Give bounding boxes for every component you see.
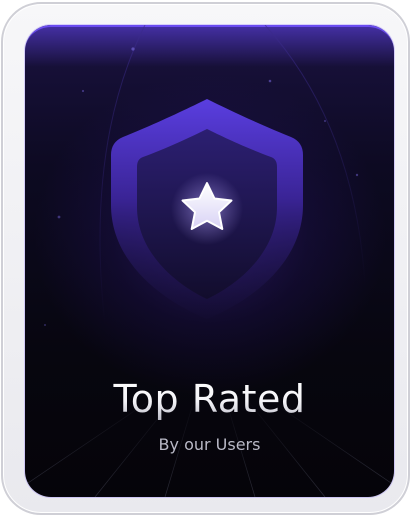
top-rated-card: Top Rated By our Users <box>25 25 394 497</box>
badge-subtitle: By our Users <box>158 435 261 454</box>
shield-icon <box>111 99 303 319</box>
card-frame: Top Rated By our Users <box>1 2 410 515</box>
badge-title: Top Rated <box>25 377 394 421</box>
